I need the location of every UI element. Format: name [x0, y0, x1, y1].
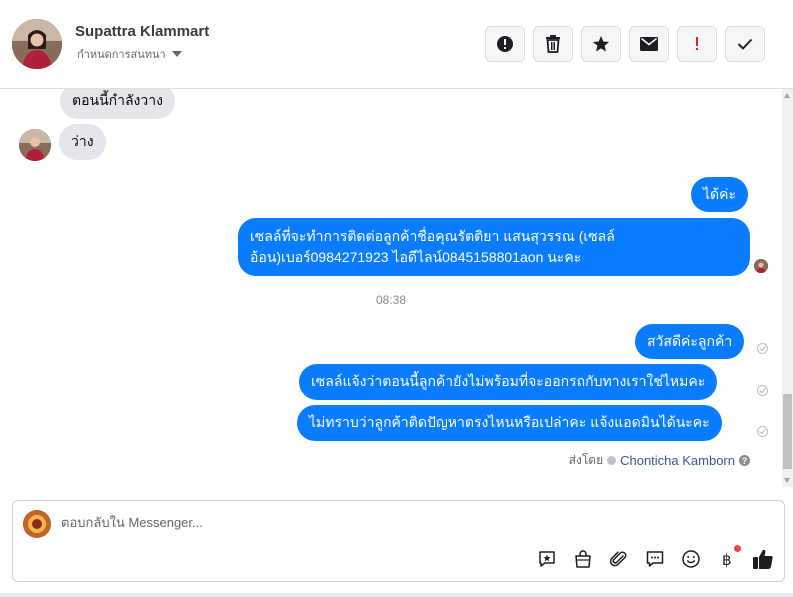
mark-unread-button[interactable]	[629, 26, 669, 62]
conversation-label-dropdown[interactable]: กำหนดการสนทนา	[77, 45, 182, 63]
outgoing-message[interactable]: ได้ค่ะ	[691, 177, 749, 212]
caret-down-icon	[171, 51, 182, 57]
alert-circle-icon	[497, 36, 513, 52]
message-text-line: อ้อน)เบอร์0984271923 ไอดีไลน์0845158801a…	[250, 249, 582, 265]
scroll-up-arrow-icon[interactable]	[784, 93, 790, 98]
conversation-label-text: กำหนดการสนทนา	[77, 49, 166, 61]
outgoing-message[interactable]: สวัสดีค่ะลูกค้า	[635, 324, 745, 359]
report-button[interactable]	[485, 26, 525, 62]
composer-toolbar: ฿	[535, 545, 775, 571]
contact-avatar-small[interactable]	[19, 129, 51, 161]
quick-reply-button[interactable]	[643, 547, 667, 571]
sent-by-info: ส่งโดย Chonticha Kamborn ?	[569, 451, 750, 470]
notification-dot	[734, 545, 741, 552]
message-text: สวัสดีค่ะลูกค้า	[647, 332, 733, 349]
check-icon	[737, 38, 753, 50]
incoming-message[interactable]: ตอนนี้กำลังวาง	[60, 89, 175, 119]
envelope-icon	[640, 37, 658, 51]
conversation-header: Supattra Klammart กำหนดการสนทนา	[0, 0, 793, 89]
contact-avatar[interactable]	[12, 19, 62, 69]
payment-icon: ฿	[722, 551, 732, 569]
message-text: ไม่ทราบว่าลูกค้าติดปัญหาตรงไหนหรือเปล่าค…	[309, 414, 710, 430]
delivered-status-icon	[757, 343, 768, 354]
sent-by-label: ส่งโดย	[568, 453, 604, 467]
delivered-status-icon	[757, 385, 768, 396]
composer: ฿	[12, 500, 785, 582]
delivered-status-icon	[757, 426, 768, 437]
saved-reply-button[interactable]	[535, 547, 559, 571]
seen-avatar	[754, 259, 768, 273]
message-timestamp: 08:38	[375, 293, 407, 307]
outgoing-message[interactable]: เซลล์แจ้งว่าตอนนี้ลูกค้ายังไม่พร้อมที่จะ…	[299, 364, 718, 400]
message-text: ได้ค่ะ	[703, 185, 737, 202]
sender-name[interactable]: Chonticha Kamborn	[620, 453, 735, 468]
outgoing-message[interactable]: ไม่ทราบว่าลูกค้าติดปัญหาตรงไหนหรือเปล่าค…	[297, 405, 722, 441]
message-text: เซลล์แจ้งว่าตอนนี้ลูกค้ายังไม่พร้อมที่จะ…	[311, 373, 706, 389]
thread-scrollbar[interactable]	[782, 89, 793, 487]
emoji-icon	[682, 550, 700, 568]
message-icon	[646, 551, 664, 567]
star-icon	[593, 36, 609, 52]
page-avatar	[23, 510, 51, 538]
scroll-thumb[interactable]	[783, 394, 792, 469]
mark-done-button[interactable]	[725, 26, 765, 62]
like-icon	[753, 549, 773, 569]
exclamation-icon	[696, 37, 698, 50]
payment-button[interactable]: ฿	[715, 545, 741, 571]
emoji-button[interactable]	[679, 547, 703, 571]
like-button[interactable]	[751, 547, 775, 571]
composer-area: ฿	[0, 487, 793, 597]
incoming-message[interactable]: ว่าง	[59, 124, 106, 160]
reply-input[interactable]	[61, 515, 661, 530]
attach-button[interactable]	[607, 547, 631, 571]
contact-name[interactable]: Supattra Klammart	[75, 23, 209, 40]
outgoing-message[interactable]: เซลล์ที่จะทำการติดต่อลูกค้าชื่อคุณรัตติย…	[238, 218, 750, 276]
shopping-bag-icon	[575, 550, 591, 568]
saved-reply-icon	[539, 551, 555, 567]
delete-button[interactable]	[533, 26, 573, 62]
sender-check-icon	[607, 456, 617, 465]
message-text-line: เซลล์ที่จะทำการติดต่อลูกค้าชื่อคุณรัตติย…	[250, 228, 615, 244]
message-thread[interactable]: ตอนนี้กำลังวาง ว่าง ได้ค่ะ เซลล์ที่จะทำก…	[0, 89, 782, 487]
scroll-down-arrow-icon[interactable]	[784, 478, 790, 483]
star-button[interactable]	[581, 26, 621, 62]
spam-button[interactable]	[677, 26, 717, 62]
help-icon[interactable]: ?	[739, 455, 750, 466]
message-text: ว่าง	[71, 133, 94, 149]
shop-button[interactable]	[571, 547, 595, 571]
conversation-toolbar	[485, 26, 765, 62]
message-text: ตอนนี้กำลังวาง	[72, 92, 163, 108]
bottom-strip	[0, 593, 793, 597]
trash-icon	[546, 35, 560, 53]
attachment-icon	[609, 551, 627, 567]
svg-text:฿: ฿	[722, 551, 732, 569]
